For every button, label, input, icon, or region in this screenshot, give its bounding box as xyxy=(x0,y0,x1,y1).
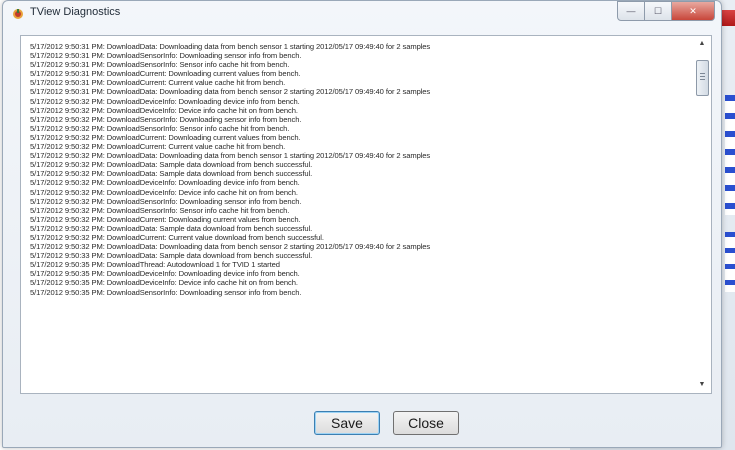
log-line: 5/17/2012 9:50:35 PM: DownloadThread: Au… xyxy=(30,260,280,270)
log-line: 5/17/2012 9:50:32 PM: DownloadDeviceInfo… xyxy=(30,105,298,115)
app-icon xyxy=(12,7,24,19)
close-icon: ✕ xyxy=(689,5,697,16)
log-line: 5/17/2012 9:50:32 PM: DownloadSensorInfo… xyxy=(30,205,290,215)
log-line: 5/17/2012 9:50:32 PM: DownloadData: Samp… xyxy=(30,169,313,179)
scroll-up-icon[interactable]: ▲ xyxy=(695,38,709,50)
scroll-down-icon[interactable]: ▼ xyxy=(695,379,709,391)
log-line: 5/17/2012 9:50:31 PM: DownloadCurrent: D… xyxy=(30,69,301,79)
background-window-edge-lower xyxy=(725,232,735,292)
diagnostics-window: TView Diagnostics — ☐ ✕ 5/17/2012 9:50:3… xyxy=(2,0,722,448)
log-line: 5/17/2012 9:50:33 PM: DownloadData: Samp… xyxy=(30,251,313,261)
log-line: 5/17/2012 9:50:32 PM: DownloadData: Samp… xyxy=(30,160,313,170)
log-line: 5/17/2012 9:50:35 PM: DownloadDeviceInfo… xyxy=(30,278,298,288)
log-line: 5/17/2012 9:50:31 PM: DownloadData: Down… xyxy=(30,87,431,97)
log-line: 5/17/2012 9:50:32 PM: DownloadCurrent: C… xyxy=(30,142,286,152)
window-controls: — ☐ ✕ xyxy=(617,1,715,21)
maximize-button[interactable]: ☐ xyxy=(644,1,672,21)
log-line: 5/17/2012 9:50:35 PM: DownloadDeviceInfo… xyxy=(30,269,300,279)
maximize-icon: ☐ xyxy=(653,5,663,16)
log-line: 5/17/2012 9:50:31 PM: DownloadData: Down… xyxy=(30,42,431,51)
log-line: 5/17/2012 9:50:32 PM: DownloadSensorInfo… xyxy=(30,114,302,124)
save-button[interactable]: Save xyxy=(314,411,380,435)
log-line: 5/17/2012 9:50:32 PM: DownloadDeviceInfo… xyxy=(30,96,300,106)
scroll-thumb[interactable] xyxy=(696,60,709,96)
grip-icon xyxy=(700,73,705,82)
log-lines: 5/17/2012 9:50:31 PM: DownloadData: Down… xyxy=(30,42,691,297)
log-line: 5/17/2012 9:50:32 PM: DownloadCurrent: C… xyxy=(30,232,324,242)
log-line: 5/17/2012 9:50:32 PM: DownloadSensorInfo… xyxy=(30,123,290,133)
log-line: 5/17/2012 9:50:31 PM: DownloadSensorInfo… xyxy=(30,60,290,70)
minimize-button[interactable]: — xyxy=(617,1,645,21)
log-line: 5/17/2012 9:50:32 PM: DownloadCurrent: D… xyxy=(30,214,301,224)
window-title: TView Diagnostics xyxy=(30,6,121,18)
log-line: 5/17/2012 9:50:31 PM: DownloadCurrent: C… xyxy=(30,78,286,88)
log-line: 5/17/2012 9:50:32 PM: DownloadDeviceInfo… xyxy=(30,187,298,197)
log-line: 5/17/2012 9:50:32 PM: DownloadCurrent: D… xyxy=(30,132,301,142)
log-line: 5/17/2012 9:50:31 PM: DownloadSensorInfo… xyxy=(30,51,302,61)
log-line: 5/17/2012 9:50:32 PM: DownloadData: Samp… xyxy=(30,223,313,233)
log-line: 5/17/2012 9:50:32 PM: DownloadDeviceInfo… xyxy=(30,178,300,188)
minimize-icon: — xyxy=(626,6,636,16)
log-line: 5/17/2012 9:50:35 PM: DownloadSensorInfo… xyxy=(30,287,302,297)
log-line: 5/17/2012 9:50:32 PM: DownloadData: Down… xyxy=(30,242,431,252)
log-line: 5/17/2012 9:50:32 PM: DownloadSensorInfo… xyxy=(30,196,302,206)
background-window-edge xyxy=(725,95,735,215)
vertical-scrollbar[interactable]: ▲ ▼ xyxy=(695,38,709,391)
close-button[interactable]: Close xyxy=(393,411,459,435)
diagnostics-log-textbox[interactable]: 5/17/2012 9:50:31 PM: DownloadData: Down… xyxy=(20,35,712,394)
close-window-button[interactable]: ✕ xyxy=(671,1,715,21)
log-line: 5/17/2012 9:50:32 PM: DownloadData: Down… xyxy=(30,151,431,161)
title-bar[interactable]: TView Diagnostics — ☐ ✕ xyxy=(3,1,721,25)
